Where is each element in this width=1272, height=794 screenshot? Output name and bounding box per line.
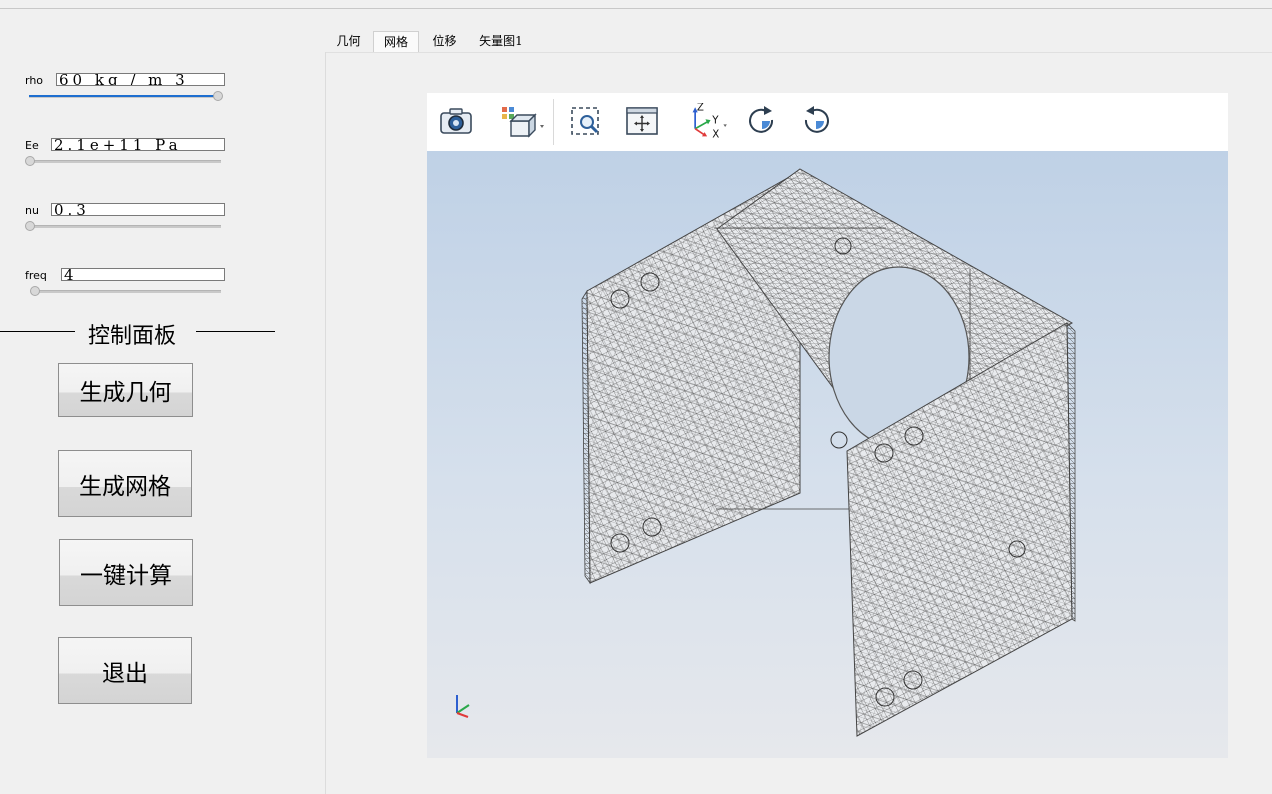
- exit-button[interactable]: 退出: [58, 637, 192, 704]
- viewport-canvas[interactable]: [427, 151, 1228, 758]
- camera-icon[interactable]: [439, 103, 473, 139]
- rho-slider-fill: [29, 95, 219, 97]
- ee-slider[interactable]: [25, 156, 221, 166]
- mesh-model: [456, 168, 1076, 737]
- param-label-ee: Ee: [25, 139, 39, 152]
- param-label-nu: nu: [25, 204, 39, 217]
- fit-view-icon[interactable]: [625, 103, 659, 139]
- zoom-box-icon[interactable]: [569, 103, 603, 139]
- rho-input[interactable]: 60 kg / m 3: [56, 73, 225, 86]
- rotate-cw-icon[interactable]: [745, 103, 779, 139]
- rotate-ccw-icon[interactable]: [799, 103, 833, 139]
- view-cube-icon[interactable]: [499, 103, 547, 139]
- nu-input[interactable]: 0.3: [51, 203, 225, 216]
- toolbar-separator: [553, 99, 554, 145]
- group-line-left: [0, 331, 75, 332]
- ee-input[interactable]: 2.1e+11 Pa: [51, 138, 225, 151]
- tab-displacement[interactable]: 位移: [426, 31, 463, 52]
- freq-slider[interactable]: [30, 286, 221, 296]
- tab-mesh[interactable]: 网格: [373, 31, 419, 52]
- generate-mesh-button[interactable]: 生成网格: [58, 450, 192, 517]
- ee-slider-handle[interactable]: [25, 156, 35, 166]
- 3d-viewer: Z Y X: [427, 93, 1228, 758]
- rho-slider[interactable]: [29, 91, 223, 101]
- panel-divider: [325, 52, 326, 794]
- nu-slider[interactable]: [25, 221, 221, 231]
- axis-orientation-icon[interactable]: Z Y X: [683, 103, 733, 139]
- viewer-toolbar: Z Y X: [427, 93, 1228, 151]
- tab-bar-baseline: [326, 52, 1272, 53]
- freq-input[interactable]: 4: [61, 268, 225, 281]
- axis-x-label: X: [712, 128, 719, 139]
- tab-vector-plot-1[interactable]: 矢量图1: [473, 31, 529, 52]
- freq-slider-handle[interactable]: [30, 286, 40, 296]
- axis-y-label: Y: [711, 115, 719, 127]
- param-label-rho: rho: [25, 74, 44, 87]
- compute-button[interactable]: 一键计算: [59, 539, 193, 606]
- axis-triad-icon: [456, 695, 470, 718]
- tab-geometry[interactable]: 几何: [330, 31, 367, 52]
- generate-geometry-button[interactable]: 生成几何: [58, 363, 193, 417]
- control-panel-title: 控制面板: [88, 324, 177, 349]
- axis-z-label: Z: [697, 103, 704, 114]
- param-label-freq: freq: [25, 269, 47, 282]
- window-top-border: [0, 8, 1272, 9]
- nu-slider-handle[interactable]: [25, 221, 35, 231]
- control-panel-group: 控制面板: [0, 318, 275, 349]
- rho-slider-handle[interactable]: [213, 91, 223, 101]
- group-line-right: [196, 331, 275, 332]
